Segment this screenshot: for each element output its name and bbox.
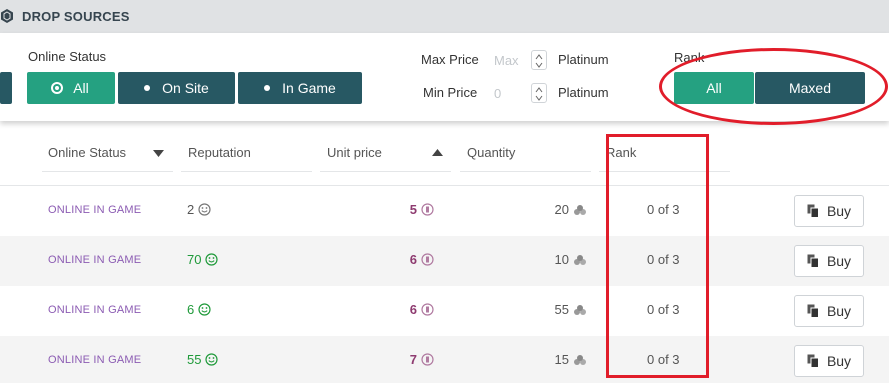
sort-desc-icon[interactable] — [153, 150, 164, 157]
quantity-cell: 15 — [555, 352, 587, 367]
quantity-cell: 10 — [555, 252, 587, 267]
quantity-cell: 55 — [555, 302, 587, 317]
smiley-icon — [205, 353, 219, 366]
online-status-text: ONLINE IN GAME — [48, 354, 142, 366]
online-status-on-site-button[interactable]: On Site — [118, 72, 235, 104]
reputation-cell: 70 — [187, 252, 219, 267]
rank-all-button[interactable]: All — [674, 72, 754, 104]
online-status-in-game-button[interactable]: In Game — [238, 72, 362, 104]
unit-price-cell: 5 — [410, 202, 434, 217]
column-reputation[interactable]: Reputation — [188, 145, 251, 160]
min-price-label: Min Price — [423, 85, 478, 100]
radio-dot-icon — [144, 85, 151, 91]
table-row: ONLINE IN GAME 2 5 20 0 of 3 Buy — [0, 186, 889, 236]
copy-icon — [807, 354, 819, 368]
copy-icon — [807, 304, 819, 318]
unit-price-cell: 6 — [410, 302, 434, 317]
table-row: ONLINE IN GAME 70 6 10 0 of 3 Buy — [0, 236, 889, 286]
buy-button[interactable]: Buy — [794, 345, 864, 377]
rank-label: Rank — [674, 50, 705, 65]
hexagon-icon — [1, 9, 13, 23]
column-online-status[interactable]: Online Status — [48, 145, 126, 160]
column-divider — [181, 171, 312, 172]
column-unit-price[interactable]: Unit price — [327, 145, 382, 160]
smiley-icon — [205, 253, 219, 266]
section-header: DROP SOURCES — [0, 0, 889, 33]
filter-prev-segment[interactable] — [0, 72, 12, 104]
max-price-currency: Platinum — [558, 52, 609, 67]
stack-icon — [574, 254, 586, 265]
stack-icon — [574, 354, 586, 365]
rank-cell: 0 of 3 — [647, 202, 680, 217]
buy-button[interactable]: Buy — [794, 245, 864, 277]
column-quantity[interactable]: Quantity — [467, 145, 515, 160]
online-status-text: ONLINE IN GAME — [48, 254, 142, 266]
reputation-cell: 6 — [187, 302, 211, 317]
table-row: ONLINE IN GAME 55 7 15 0 of 3 Buy — [0, 336, 889, 383]
unit-price-cell: 6 — [410, 252, 434, 267]
column-divider — [320, 171, 451, 172]
unit-price-cell: 7 — [410, 352, 434, 367]
rank-cell: 0 of 3 — [647, 302, 680, 317]
copy-icon — [807, 254, 819, 268]
platinum-icon — [421, 253, 434, 266]
table-row: ONLINE IN GAME 6 6 55 0 of 3 Buy — [0, 286, 889, 336]
max-price-label: Max Price — [421, 52, 479, 67]
column-divider — [460, 171, 591, 172]
stepper-arrows-icon[interactable] — [531, 50, 547, 70]
min-price-input[interactable]: 0 — [492, 83, 547, 105]
online-status-label: Online Status — [28, 49, 107, 64]
min-price-currency: Platinum — [558, 85, 609, 100]
stepper-arrows-icon[interactable] — [531, 83, 547, 103]
rank-cell: 0 of 3 — [647, 252, 680, 267]
max-price-input[interactable]: Max — [492, 50, 547, 72]
table-header: Online Status Reputation Unit price Quan… — [0, 121, 889, 186]
rank-maxed-button[interactable]: Maxed — [755, 72, 865, 104]
quantity-cell: 20 — [555, 202, 587, 217]
online-status-text: ONLINE IN GAME — [48, 304, 142, 316]
platinum-icon — [421, 353, 434, 366]
stack-icon — [574, 204, 586, 215]
smiley-icon — [198, 203, 211, 216]
sort-asc-icon[interactable] — [432, 149, 443, 156]
online-status-all-button[interactable]: All — [27, 72, 115, 104]
section-title: DROP SOURCES — [22, 9, 130, 24]
platinum-icon — [421, 203, 434, 216]
copy-icon — [807, 204, 819, 218]
smiley-icon — [198, 303, 211, 316]
column-rank[interactable]: Rank — [606, 145, 636, 160]
reputation-cell: 55 — [187, 352, 219, 367]
stack-icon — [574, 304, 586, 315]
column-divider — [599, 171, 730, 172]
platinum-icon — [421, 303, 434, 316]
column-divider — [42, 171, 173, 172]
buy-button[interactable]: Buy — [794, 195, 864, 227]
filters-panel: Online Status All On Site In Game Max Pr… — [0, 33, 889, 121]
radio-selected-icon — [53, 84, 62, 92]
rank-cell: 0 of 3 — [647, 352, 680, 367]
buy-button[interactable]: Buy — [794, 295, 864, 327]
reputation-cell: 2 — [187, 202, 211, 217]
online-status-text: ONLINE IN GAME — [48, 204, 142, 216]
radio-dot-icon — [264, 85, 271, 91]
